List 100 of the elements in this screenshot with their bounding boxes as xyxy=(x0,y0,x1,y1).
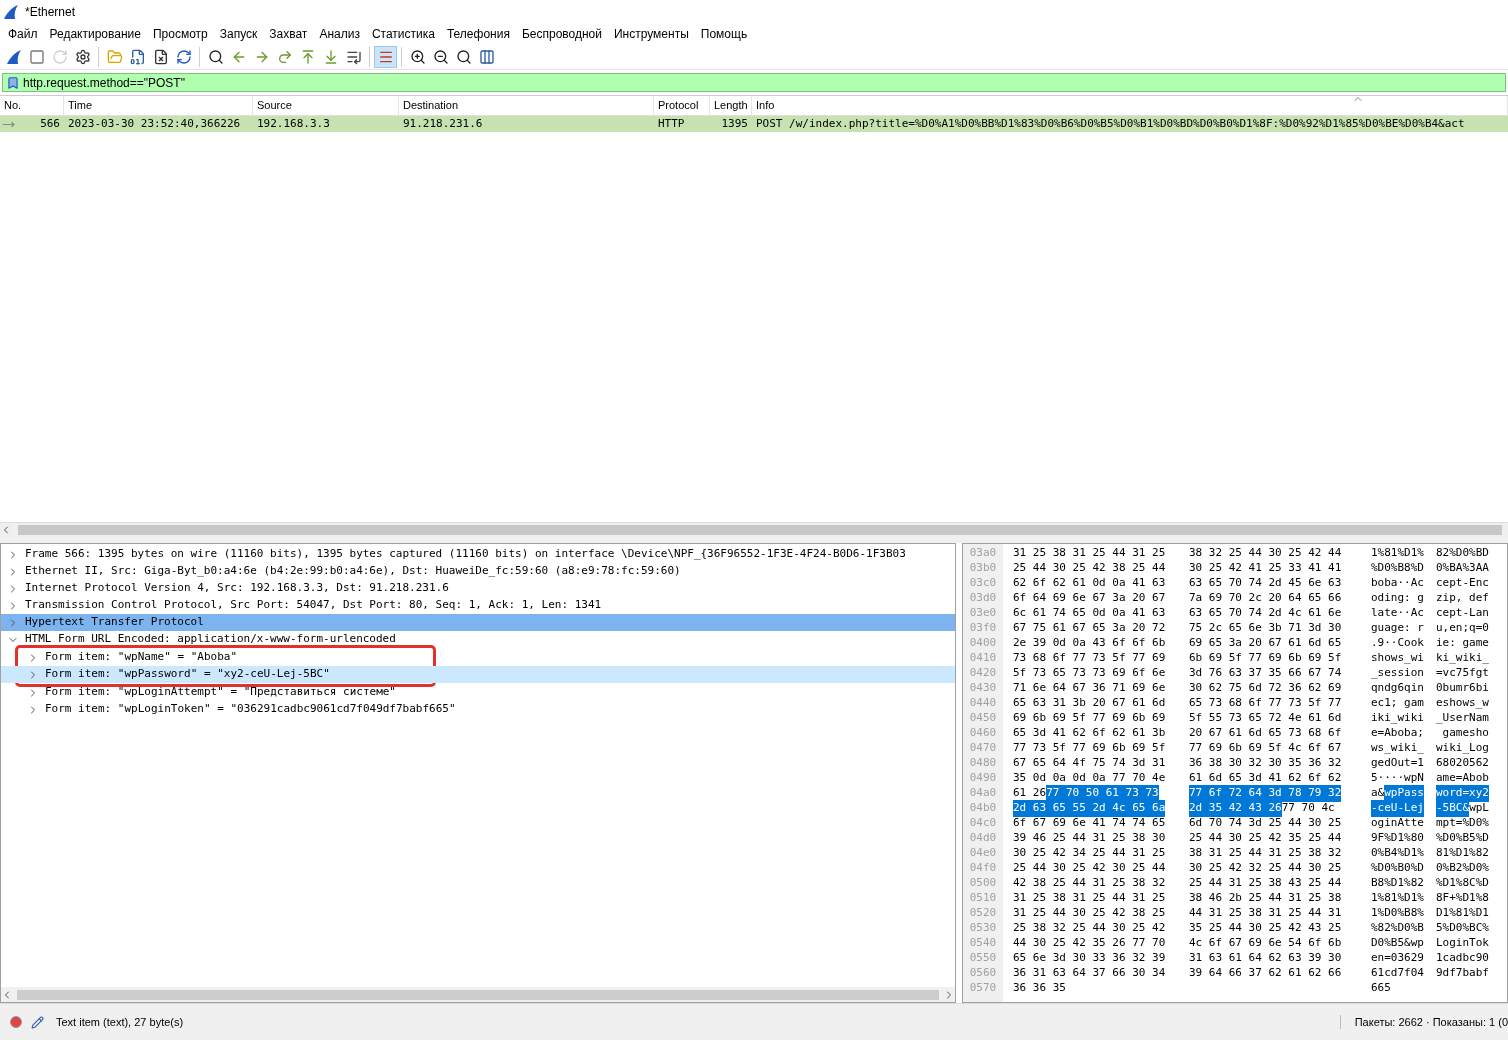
table-cell-text: 2023-03-30 23:52:40,366226 xyxy=(68,115,241,132)
ascii-text: 61cd7f04 xyxy=(1371,965,1424,982)
hex-bytes: 71 6e 64 67 36 71 69 6e xyxy=(1013,680,1166,697)
ascii-text: zip, def xyxy=(1436,590,1489,607)
column-header[interactable]: Length xyxy=(710,96,752,115)
ascii-text: 68020562 xyxy=(1436,755,1489,772)
ascii-text: _session xyxy=(1371,665,1424,682)
packet-count: Пакеты: 2662 · Показаны: 1 (0 xyxy=(1354,1014,1508,1030)
go-to-icon xyxy=(276,49,293,65)
hex-bytes: 65 73 68 6f 77 73 5f 77 xyxy=(1189,695,1342,712)
reload-icon xyxy=(175,49,192,65)
byte-offset: 04f0 xyxy=(969,860,997,877)
hex-bytes: 3d 76 63 37 35 66 67 74 xyxy=(1189,665,1342,682)
packet-row[interactable]: 566 2023-03-30 23:52:40,366226 192.168.3.3 91.218.231.6 HTTP 1395 POST /w/index.php?title=%D0%A1%D0%BB%D1%83%D0%B6%D0%B5%D0%B1%D0%BD%D0%B0%D1%8F:%D0%92%D1%85%D0%BE%D0%B4&act xyxy=(0,116,1508,132)
hex-bytes: 39 46 25 44 31 25 38 30 xyxy=(1013,830,1166,847)
ascii-text: word=xy2 xyxy=(1436,785,1489,802)
tree-item-label: Internet Protocol Version 4, Src: 192.168.3.3, Dst: 91.218.231.6 xyxy=(25,580,449,597)
byte-offset: 03a0 xyxy=(969,545,997,562)
hex-bytes: 30 25 42 34 25 44 31 25 xyxy=(1013,845,1166,862)
shark-fin-icon xyxy=(5,49,22,65)
byte-offset: 03f0 xyxy=(969,620,997,637)
byte-offset: 0520 xyxy=(969,905,997,922)
ascii-text: 1cadbc90 xyxy=(1436,950,1489,967)
close-file-icon xyxy=(152,49,169,65)
column-header[interactable]: Time xyxy=(64,96,253,115)
ascii-text: %82%D0%B xyxy=(1371,920,1424,937)
column-header[interactable]: No. xyxy=(0,96,64,115)
hex-bytes: 2e 39 0d 0a 43 6f 6f 6b xyxy=(1013,635,1166,652)
tree-item[interactable]: HTML Form URL Encoded: application/x-www-form-urlencoded xyxy=(1,631,955,648)
hex-bytes: 38 46 2b 25 44 31 25 38 xyxy=(1189,890,1342,907)
tree-item[interactable]: Form item: "wpPassword" = "xy2-ceU-Lej-5BC" xyxy=(1,666,955,683)
byte-offset: 03e0 xyxy=(969,605,997,622)
hex-bytes: 65 6e 3d 30 33 36 32 39 xyxy=(1013,950,1166,967)
hex-bytes: 62 6f 62 61 0d 0a 41 63 xyxy=(1013,575,1166,592)
ascii-text: cept-Enc xyxy=(1436,575,1489,592)
menu-item[interactable]: Редактирование xyxy=(43,23,147,45)
byte-offset: 04c0 xyxy=(969,815,997,832)
ascii-text: 0%BA%3AA xyxy=(1436,560,1489,577)
tree-item[interactable]: Form item: "wpLoginAttempt" = "Представиться системе" xyxy=(1,684,955,701)
hex-bytes: 25 44 30 25 42 35 25 44 xyxy=(1189,830,1342,847)
menu-item[interactable]: Файл xyxy=(2,23,44,45)
tree-item[interactable]: Hypertext Transfer Protocol xyxy=(1,614,955,631)
ascii-text: shows_wi xyxy=(1371,650,1424,667)
tree-item[interactable]: Ethernet II, Src: Giga-Byt_b0:a4:6e (b4:2e:99:b0:a4:6e), Dst: HuaweiDe_fc:59:60 (a8:e9:78:fc:59:60) xyxy=(1,563,955,580)
tree-item-label: Form item: "wpPassword" = "xy2-ceU-Lej-5BC" xyxy=(45,666,330,683)
hex-bytes: 35 0d 0a 0d 0a 77 70 4e xyxy=(1013,770,1166,787)
hex-bytes: 2d 35 42 43 26 xyxy=(1189,800,1282,817)
search-icon xyxy=(207,49,224,65)
column-header[interactable]: Info xyxy=(752,96,1508,115)
ascii-text: D1%81%D1 xyxy=(1436,905,1489,922)
byte-offset: 0500 xyxy=(969,875,997,892)
hex-bytes: 77 6f 72 64 3d 78 79 32 xyxy=(1189,785,1342,802)
byte-offset: 04a0 xyxy=(969,785,997,802)
tree-item[interactable]: Transmission Control Protocol, Src Port: 54047, Dst Port: 80, Seq: 1, Ack: 1, Len: 1341 xyxy=(1,597,955,614)
menu-item[interactable]: Телефония xyxy=(440,23,516,45)
tree-item[interactable]: Internet Protocol Version 4, Src: 192.168.3.3, Dst: 91.218.231.6 xyxy=(1,580,955,597)
display-filter-field[interactable]: http.request.method=="POST" xyxy=(2,73,1506,92)
menu-item[interactable]: Запуск xyxy=(213,23,264,45)
menu-item[interactable]: Инструменты xyxy=(607,23,695,45)
ascii-text: 1%81%D1% xyxy=(1371,545,1424,562)
column-header[interactable]: Protocol xyxy=(654,96,710,115)
ascii-text: iki_wiki xyxy=(1371,710,1424,727)
menu-item[interactable]: Просмотр xyxy=(146,23,214,45)
hex-bytes: 75 2c 65 6e 3b 71 3d 30 xyxy=(1189,620,1342,637)
capture-status-icon[interactable] xyxy=(10,1016,22,1028)
menu-item[interactable]: Беспроводной xyxy=(515,23,608,45)
column-header[interactable]: Destination xyxy=(399,96,654,115)
column-header[interactable]: Source xyxy=(253,96,399,115)
ascii-text: eshows_w xyxy=(1436,695,1489,712)
byte-offset: 03c0 xyxy=(969,575,997,592)
edit-icon[interactable] xyxy=(31,1015,44,1029)
ascii-text: %D0%B5%D xyxy=(1436,830,1489,847)
ascii-text: ws_wiki_ xyxy=(1371,740,1424,757)
ascii-text: 0%B4%D1% xyxy=(1371,845,1424,862)
horizontal-scrollbar[interactable] xyxy=(0,522,1508,536)
colorize-lines-icon xyxy=(377,49,394,65)
menu-item[interactable]: Статистика xyxy=(365,23,441,45)
ascii-text: oding: g xyxy=(1371,590,1424,607)
ascii-text: wpL xyxy=(1469,800,1489,817)
hex-bytes: 25 44 31 25 38 43 25 44 xyxy=(1189,875,1342,892)
menu-item[interactable]: Помощь xyxy=(694,23,754,45)
horizontal-scrollbar[interactable] xyxy=(1,987,955,1002)
ascii-text: 0bumr6bi xyxy=(1436,680,1489,697)
hex-bytes: 5f 55 73 65 72 4e 61 6d xyxy=(1189,710,1342,727)
hex-bytes: 36 36 35 xyxy=(1013,980,1066,997)
hex-bytes: 25 44 30 25 42 30 25 44 xyxy=(1013,860,1166,877)
byte-offset: 0470 xyxy=(969,740,997,757)
menu-item[interactable]: Анализ xyxy=(313,23,366,45)
ascii-text: cept-Lan xyxy=(1436,605,1489,622)
hex-bytes: 6d 70 74 3d 25 44 30 25 xyxy=(1189,815,1342,832)
byte-offset: 0480 xyxy=(969,755,997,772)
tree-item[interactable]: Form item: "wpName" = "Aboba" xyxy=(1,649,955,666)
tree-item[interactable]: Form item: "wpLoginToken" = "036291cadbc9061cd7f049df7babf665" xyxy=(1,701,955,718)
hex-bytes: 77 69 6b 69 5f 4c 6f 67 xyxy=(1189,740,1342,757)
ascii-text: -ceU-Lej xyxy=(1371,800,1424,817)
menu-item[interactable]: Захват xyxy=(263,23,314,45)
hex-bytes: 77 70 4c xyxy=(1281,800,1335,817)
hex-bytes: 63 65 70 74 2d 45 6e 63 xyxy=(1189,575,1342,592)
zoom-reset-icon xyxy=(455,49,472,65)
byte-offset: 0570 xyxy=(969,980,997,997)
